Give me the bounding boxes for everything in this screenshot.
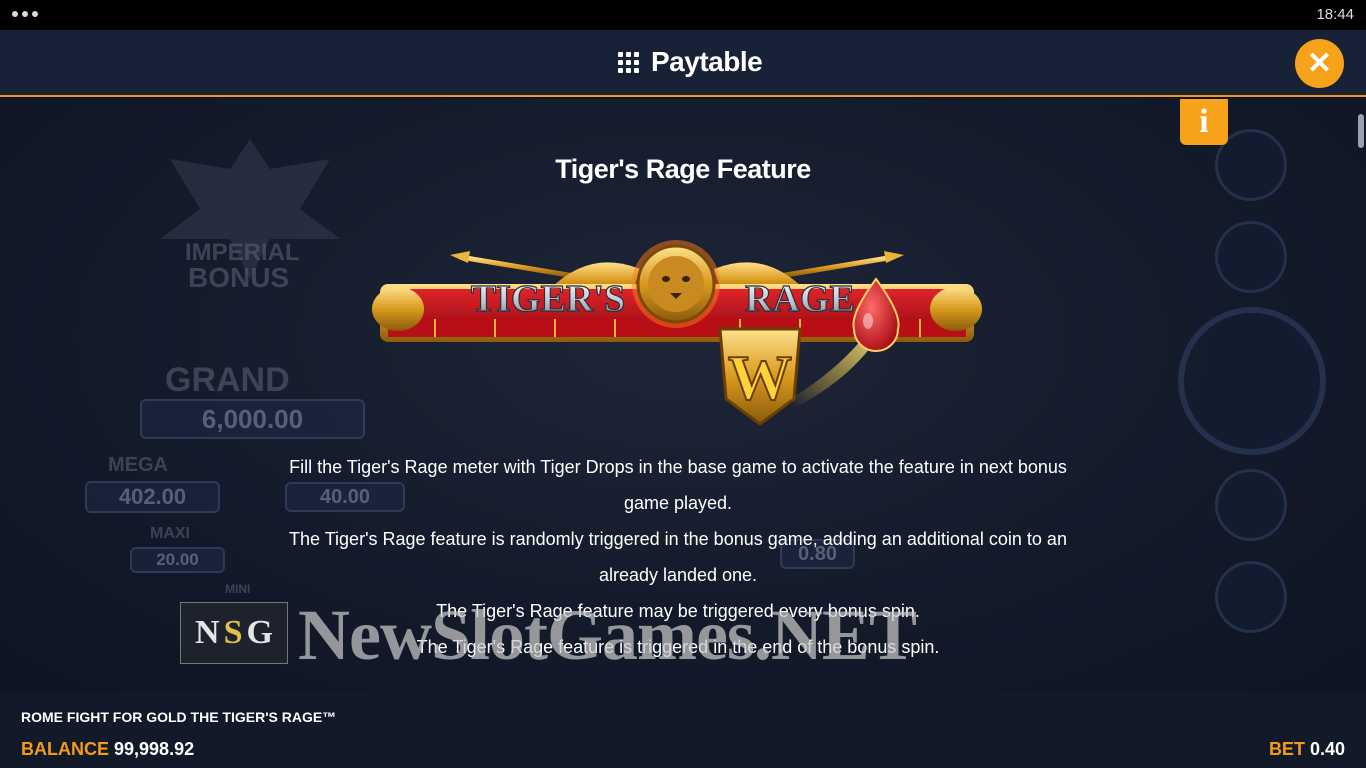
bet-display: BET 0.40 xyxy=(1269,739,1345,760)
balance-display: BALANCE 99,998.92 xyxy=(21,739,194,760)
section-title: Tiger's Rage Feature xyxy=(555,154,811,184)
balance-value: 99,998.92 xyxy=(114,739,195,759)
watermark-text: NewSlotGames.NET xyxy=(298,595,917,675)
bet-value: 0.40 xyxy=(1309,739,1345,759)
balance-label: BALANCE xyxy=(21,739,109,759)
bg-jackpot-maxi-name: MAXI xyxy=(150,525,190,542)
status-time: 18:44 xyxy=(1316,6,1354,23)
watermark-logo-box: N S G xyxy=(180,602,288,664)
info-button[interactable]: i xyxy=(1180,99,1228,145)
logo-wild-symbol: W xyxy=(728,342,792,413)
bg-coins-icon xyxy=(1215,469,1287,541)
status-bar: 18:44 xyxy=(0,0,1366,30)
more-dots-icon[interactable] xyxy=(12,11,38,17)
tigers-rage-logo: TIGER'S RAGE W xyxy=(372,240,982,426)
bg-jackpot-mega-name: MEGA xyxy=(108,454,168,476)
bg-autoplay-icon xyxy=(1215,221,1287,293)
bg-menu-icon xyxy=(1215,561,1287,633)
scrollbar[interactable] xyxy=(1358,114,1364,148)
bg-bonus-label-2: BONUS xyxy=(188,262,290,293)
bg-jackpot-grand-name: GRAND xyxy=(165,361,290,399)
bg-spin-button-icon xyxy=(1178,307,1326,455)
logo-word-2: RAGE xyxy=(745,278,855,320)
page-title: Paytable xyxy=(651,46,763,77)
bg-jackpot-maxi-value: 20.00 xyxy=(130,547,225,573)
game-name: ROME FIGHT FOR GOLD THE TIGER'S RAGE™ xyxy=(21,709,337,725)
feature-paragraph: Fill the Tiger's Rage meter with Tiger D… xyxy=(289,457,1067,513)
bg-jackpot-mega-value: 402.00 xyxy=(85,481,220,513)
footer-bar: ROME FIGHT FOR GOLD THE TIGER'S RAGE™ BA… xyxy=(0,693,1366,768)
paytable-header: Paytable ✕ xyxy=(0,30,1366,97)
logo-word-1: TIGER'S xyxy=(471,278,625,320)
close-icon: ✕ xyxy=(1306,47,1333,80)
grid-menu-icon xyxy=(618,51,639,73)
feature-paragraph: The Tiger's Rage feature is randomly tri… xyxy=(289,529,1067,585)
paytable-content[interactable]: IMPERIAL BONUS GRAND 6,000.00 MEGA 402.0… xyxy=(0,99,1366,693)
bg-jackpot-mini-name: MINI xyxy=(225,582,251,596)
watermark: N S G NewSlotGames.NET xyxy=(180,595,1190,675)
bg-jackpot-grand-value: 6,000.00 xyxy=(140,399,365,439)
close-button[interactable]: ✕ xyxy=(1295,39,1344,88)
bet-label: BET xyxy=(1268,739,1305,759)
